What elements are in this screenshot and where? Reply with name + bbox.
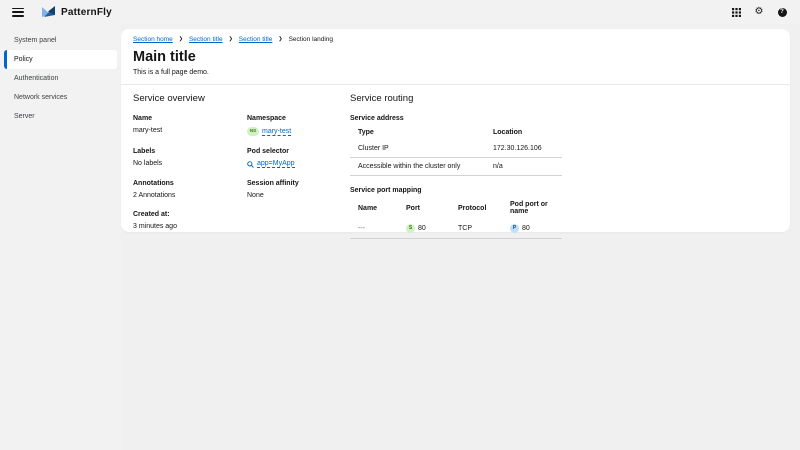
page-title: Main title <box>133 49 196 65</box>
page-header: Section home ❯ Section title ❯ Section t… <box>121 29 790 85</box>
brand-name: PatternFly <box>61 6 112 18</box>
column-header-port: Port <box>406 204 420 212</box>
service-routing-section: Service routing Service address Type Loc… <box>350 93 778 239</box>
masthead: PatternFly ⚙ ? <box>0 0 800 24</box>
column-header-protocol: Protocol <box>458 204 487 212</box>
pod-port-cell: P 80 <box>502 219 562 239</box>
pod-selector-link[interactable]: app=MyApp <box>257 160 295 168</box>
field-annotations: Annotations 2 Annotations <box>133 180 176 199</box>
sidebar-item-system-panel[interactable]: System panel <box>0 31 121 50</box>
pod-port-badge: P <box>510 224 519 233</box>
service-port-mapping-heading: Service port mapping <box>350 187 422 194</box>
help-question-icon[interactable]: ? <box>776 6 788 18</box>
protocol-cell: TCP <box>450 219 502 239</box>
field-session-affinity: Session affinity None <box>247 180 299 199</box>
service-overview-section: Service overview Name mary-test Namespac… <box>133 93 350 239</box>
field-created-at: Created at: 3 minutes ago <box>133 211 177 230</box>
nav-toggle-menu-icon[interactable] <box>12 7 24 17</box>
service-address-heading: Service address <box>350 115 404 122</box>
service-port-mapping-table: Name Port Protocol Pod port or name --- … <box>350 196 562 239</box>
breadcrumb-link-section-home[interactable]: Section home <box>133 36 173 43</box>
namespace-link[interactable]: mary-test <box>262 128 292 136</box>
service-port-badge: S <box>406 224 415 233</box>
sidebar-item-policy[interactable]: Policy <box>4 50 117 69</box>
app-launcher-grid-icon[interactable] <box>730 6 742 18</box>
port-cell: S 80 <box>398 219 450 239</box>
field-name: Name mary-test <box>133 115 163 134</box>
sidebar-item-network-services[interactable]: Network services <box>0 88 121 107</box>
column-header-name: Name <box>358 204 378 212</box>
settings-gear-icon[interactable]: ⚙ <box>753 6 765 18</box>
patternfly-logo-icon <box>42 6 55 17</box>
table-row: Accessible within the cluster only n/a <box>350 157 562 176</box>
sidebar-item-server[interactable]: Server <box>0 107 121 126</box>
service-overview-heading: Service overview <box>133 93 205 104</box>
sidebar-item-authentication[interactable]: Authentication <box>0 69 121 88</box>
table-row: --- S 80 TCP P 80 <box>350 219 562 239</box>
brand[interactable]: PatternFly <box>42 5 112 19</box>
column-header-location: Location <box>493 129 523 136</box>
breadcrumb-link-section-title-1[interactable]: Section title <box>189 36 223 43</box>
breadcrumb-link-section-title-2[interactable]: Section title <box>239 36 273 43</box>
field-pod-selector: Pod selector app=MyApp <box>247 148 295 168</box>
chevron-right-icon: ❯ <box>178 36 183 42</box>
content-card: Section home ❯ Section title ❯ Section t… <box>121 29 790 239</box>
namespace-badge: NS <box>247 127 259 136</box>
chevron-right-icon: ❯ <box>228 36 233 42</box>
service-routing-heading: Service routing <box>350 93 414 104</box>
port-name-cell: --- <box>350 219 398 239</box>
column-header-pod-port: Pod port or name <box>510 201 548 215</box>
table-row: Cluster IP 172.30.126.106 <box>350 140 562 158</box>
sidebar-nav: System panel Policy Authentication Netwo… <box>0 24 121 450</box>
breadcrumb-current: Section landing <box>288 36 334 43</box>
field-namespace: Namespace NS mary-test <box>247 115 292 136</box>
breadcrumb: Section home ❯ Section title ❯ Section t… <box>133 36 778 43</box>
field-labels: Labels No labels <box>133 148 163 167</box>
service-address-table: Type Location Cluster IP 172.30.126.106 … <box>350 124 562 176</box>
chevron-right-icon: ❯ <box>278 36 283 42</box>
search-icon <box>247 160 254 168</box>
column-header-type: Type <box>358 129 374 136</box>
page-subtitle: This is a full page demo. <box>133 69 209 76</box>
